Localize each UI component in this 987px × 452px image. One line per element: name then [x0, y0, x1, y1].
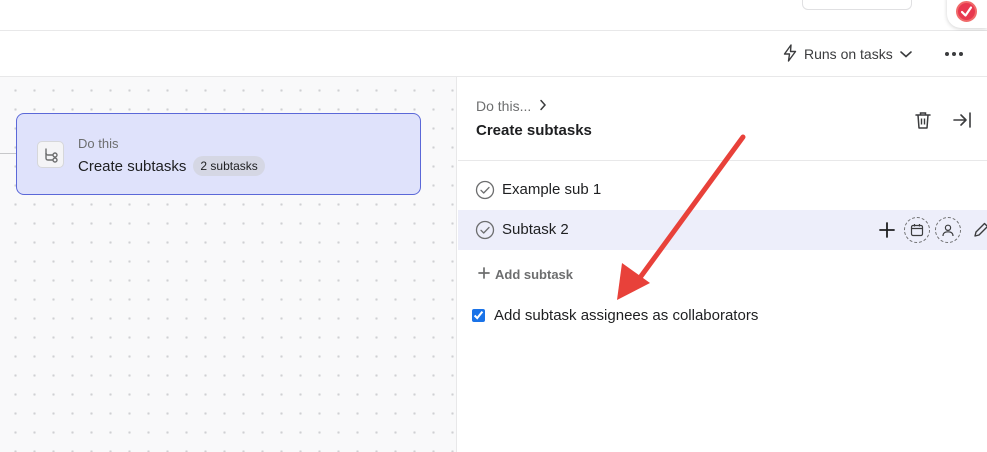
subtask-count-badge: 2 subtasks: [193, 156, 265, 176]
assignee-icon[interactable]: [935, 217, 961, 243]
add-subtask-label: Add subtask: [495, 267, 574, 282]
workflow-canvas[interactable]: Do this Create subtasks 2 subtasks: [0, 77, 457, 452]
chevron-down-icon: [899, 46, 913, 62]
node-title: Do this: [78, 136, 119, 151]
checkmark-badge-icon: [956, 1, 977, 22]
node-subtitle-row: Create subtasks 2 subtasks: [78, 156, 265, 176]
subtask-row[interactable]: Example sub 1: [458, 170, 987, 210]
check-circle-icon[interactable]: [475, 220, 495, 240]
top-bar: [0, 0, 987, 31]
action-detail-panel: Do this... Create subtasks Example sub 1…: [458, 77, 987, 452]
runs-on-label: Runs on tasks: [804, 46, 893, 62]
breadcrumb-label: Do this...: [476, 98, 532, 114]
plus-icon[interactable]: [876, 219, 898, 241]
more-options-icon[interactable]: [940, 43, 968, 65]
subtask-label[interactable]: Example sub 1: [502, 181, 601, 198]
collaborators-label[interactable]: Add subtask assignees as collaborators: [494, 307, 758, 324]
breadcrumb[interactable]: Do this...: [476, 98, 547, 114]
runs-on-dropdown[interactable]: Runs on tasks: [782, 43, 913, 65]
app-badge[interactable]: [947, 0, 987, 28]
pencil-icon[interactable]: [970, 219, 987, 241]
chevron-right-icon: [539, 98, 547, 114]
add-subtask-button[interactable]: Add subtask: [478, 267, 573, 282]
collaborators-checkbox[interactable]: [472, 309, 485, 322]
node-subtitle: Create subtasks: [78, 157, 187, 175]
workflow-toolbar: Runs on tasks: [0, 31, 987, 77]
collapse-panel-icon[interactable]: [951, 109, 973, 131]
trash-icon[interactable]: [912, 109, 934, 131]
lightning-icon: [782, 43, 798, 65]
check-circle-icon[interactable]: [475, 180, 495, 200]
plus-icon: [478, 267, 490, 282]
panel-title: Create subtasks: [476, 122, 592, 139]
app-root: Runs on tasks Do this Create subtasks 2 …: [0, 0, 987, 452]
node-connector-line: [0, 153, 16, 154]
subtask-branch-icon: [37, 141, 64, 168]
calendar-icon[interactable]: [904, 217, 930, 243]
workflow-node-create-subtasks[interactable]: Do this Create subtasks 2 subtasks: [16, 113, 421, 195]
subtask-label[interactable]: Subtask 2: [502, 221, 569, 238]
subtask-row-hovered[interactable]: Subtask 2: [458, 210, 987, 250]
top-bar-button[interactable]: [802, 0, 912, 10]
panel-divider: [458, 160, 987, 161]
collaborators-option[interactable]: Add subtask assignees as collaborators: [472, 307, 758, 324]
